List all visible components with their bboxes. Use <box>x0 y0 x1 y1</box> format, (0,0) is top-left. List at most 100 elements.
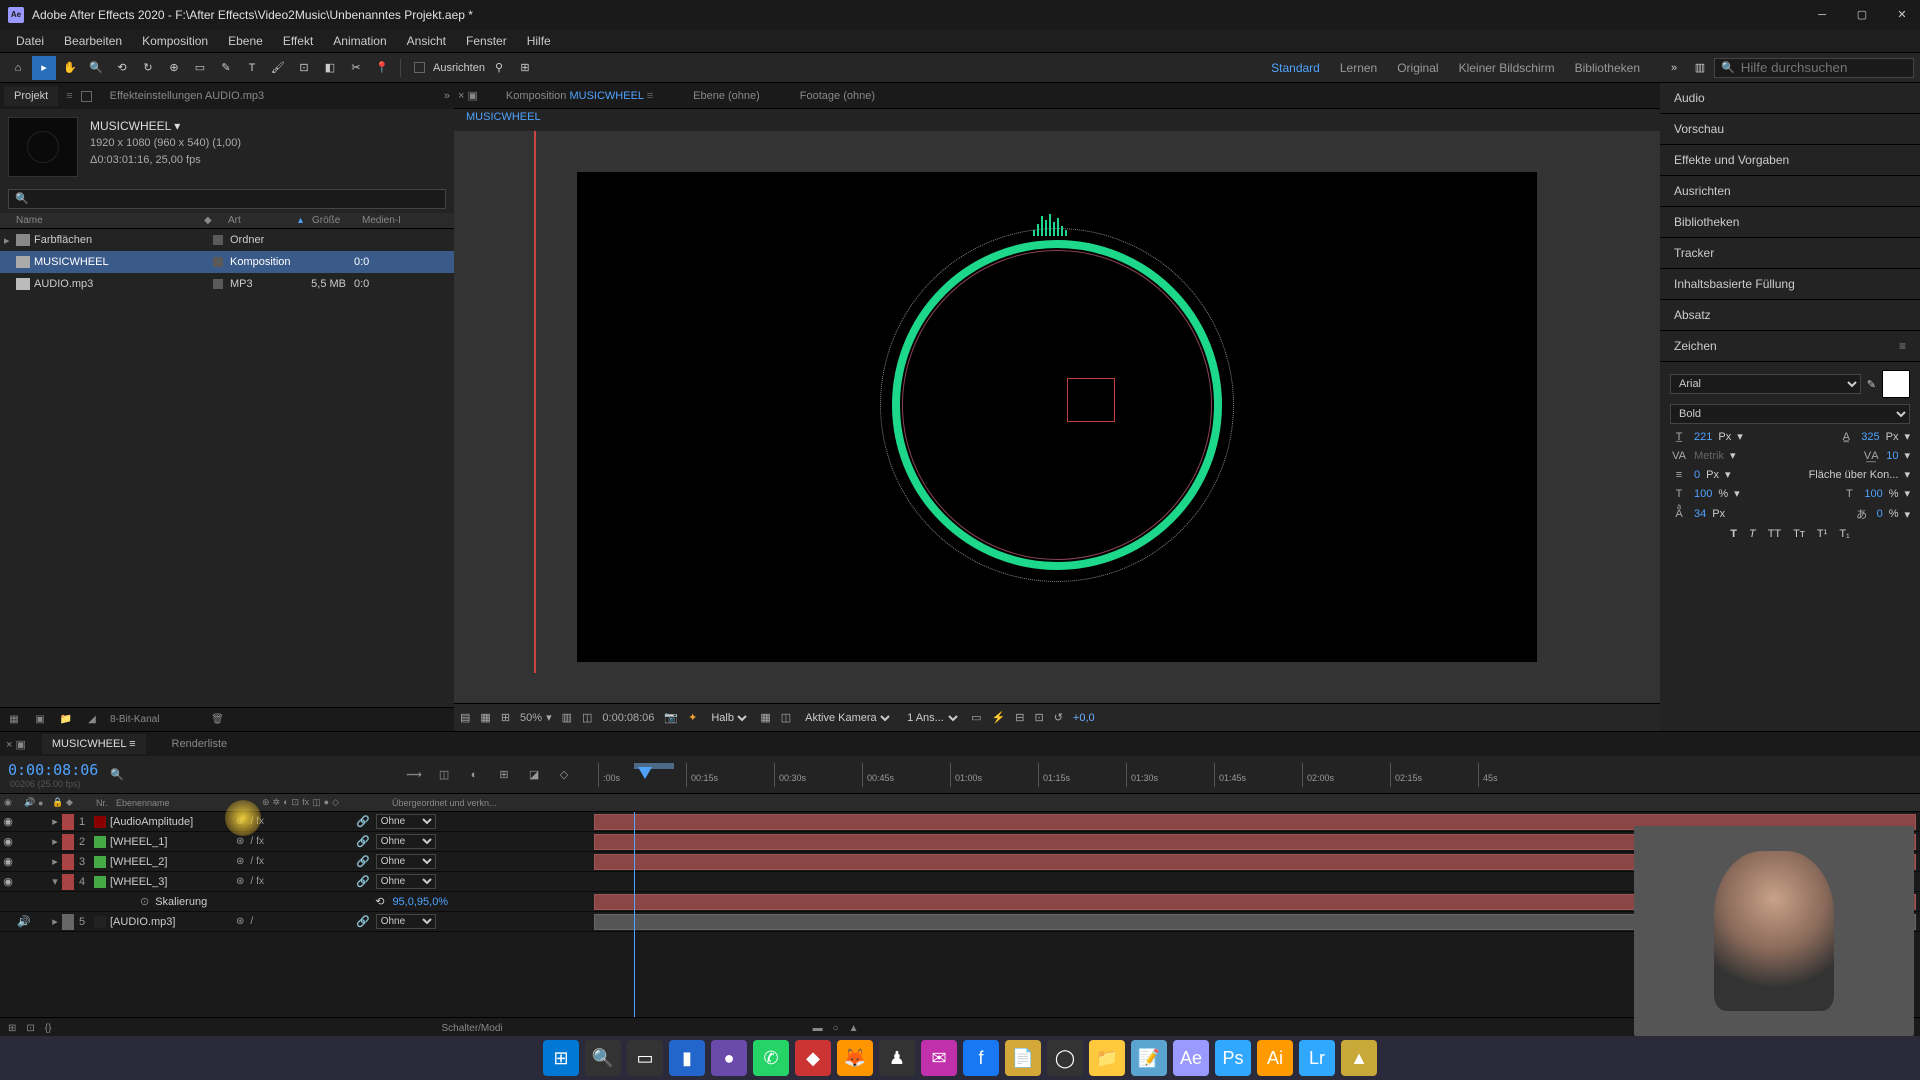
snap-checkbox[interactable] <box>407 56 431 80</box>
taskbar-app4[interactable]: ♟ <box>879 1040 915 1076</box>
panel-more-icon[interactable]: » <box>444 90 450 102</box>
safe-zones-icon[interactable]: ▥ <box>562 711 572 724</box>
snap-options-icon[interactable]: ⚲ <box>487 56 511 80</box>
solo-checkbox[interactable] <box>81 91 92 102</box>
taskbar-notepad[interactable]: 📝 <box>1131 1040 1167 1076</box>
layer-row-5[interactable]: 🔊▸5[AUDIO.mp3]⊛/🔗Ohne <box>0 912 590 932</box>
taskbar-start[interactable]: ⊞ <box>543 1040 579 1076</box>
taskbar-ps[interactable]: Ps <box>1215 1040 1251 1076</box>
new-folder-icon[interactable]: 📁 <box>58 712 74 728</box>
menu-bearbeiten[interactable]: Bearbeiten <box>54 32 132 50</box>
project-search-input[interactable] <box>8 189 446 209</box>
superscript-icon[interactable]: T¹ <box>1817 528 1827 540</box>
col-media[interactable]: Medien-I <box>362 215 450 226</box>
menu-effekt[interactable]: Effekt <box>273 32 323 50</box>
tab-timeline-comp[interactable]: MUSICWHEEL ≡ <box>42 734 146 754</box>
interpret-icon[interactable]: ▦ <box>6 712 22 728</box>
panel-inhaltsbasierte-füllung[interactable]: Inhaltsbasierte Füllung <box>1660 269 1920 300</box>
col-size[interactable]: Größe <box>312 215 362 226</box>
taskbar-lr[interactable]: Lr <box>1299 1040 1335 1076</box>
taskbar-facebook[interactable]: f <box>963 1040 999 1076</box>
workspace-bibliotheken[interactable]: Bibliotheken <box>1575 61 1640 75</box>
hand-tool[interactable]: ✋ <box>58 56 82 80</box>
flowchart-icon[interactable]: ⊡ <box>1034 711 1043 724</box>
camera-dropdown[interactable]: Aktive Kamera <box>801 711 893 725</box>
menu-fenster[interactable]: Fenster <box>456 32 517 50</box>
clone-tool[interactable]: ⊡ <box>292 56 316 80</box>
vscale-value[interactable]: 100 <box>1694 488 1712 500</box>
timeline-search-icon[interactable]: 🔍 <box>110 768 124 781</box>
puppet-tool[interactable]: 📍 <box>370 56 394 80</box>
viewer-area[interactable] <box>454 131 1660 703</box>
menu-datei[interactable]: Datei <box>6 32 54 50</box>
grid-icon[interactable]: ⊞ <box>501 711 510 724</box>
zoom-tool[interactable]: 🔍 <box>84 56 108 80</box>
zoom-out-icon[interactable]: ▬ <box>813 1023 823 1034</box>
transparency-icon[interactable]: ▦ <box>760 711 770 724</box>
resolution-dropdown[interactable]: Halb <box>707 711 750 725</box>
adjustment-icon[interactable]: ◢ <box>84 712 100 728</box>
project-item-farbfl-chen[interactable]: ▸FarbflächenOrdner <box>0 229 454 251</box>
workspace-more-icon[interactable]: » <box>1662 56 1686 80</box>
home-icon[interactable]: ⌂ <box>6 56 30 80</box>
col-parent[interactable]: Übergeordnet und verkn... <box>388 798 528 808</box>
shape-tool[interactable]: ▭ <box>188 56 212 80</box>
allcaps-icon[interactable]: TT <box>1768 528 1781 540</box>
menu-komposition[interactable]: Komposition <box>132 32 218 50</box>
eraser-tool[interactable]: ◧ <box>318 56 342 80</box>
panel-tracker[interactable]: Tracker <box>1660 238 1920 269</box>
color-icon[interactable]: ✦ <box>688 711 697 724</box>
bold-icon[interactable]: T <box>1730 528 1737 540</box>
font-size-value[interactable]: 221 <box>1694 431 1712 443</box>
roi-icon[interactable]: ▦ <box>480 711 490 724</box>
tab-project[interactable]: Projekt <box>4 86 58 106</box>
taskbar-ae[interactable]: Ae <box>1173 1040 1209 1076</box>
taskbar-search[interactable]: 🔍 <box>585 1040 621 1076</box>
bit-depth-label[interactable]: 8-Bit-Kanal <box>110 714 159 725</box>
smallcaps-icon[interactable]: Tᴛ <box>1793 528 1805 540</box>
anchor-tool[interactable]: ⊕ <box>162 56 186 80</box>
taskbar-obs[interactable]: ◯ <box>1047 1040 1083 1076</box>
exposure-value[interactable]: +0,0 <box>1073 712 1095 724</box>
panel-bibliotheken[interactable]: Bibliotheken <box>1660 207 1920 238</box>
current-timecode[interactable]: 0:00:08:06 <box>8 761 98 779</box>
layer-property-scale[interactable]: ⊙Skalierung⟲95,0,95,0% <box>0 892 590 912</box>
fill-over-stroke-dropdown[interactable]: Fläche über Kon... <box>1809 469 1899 481</box>
snap-layout-icon[interactable]: ⊞ <box>513 56 537 80</box>
menu-ebene[interactable]: Ebene <box>218 32 273 50</box>
draft-3d-icon[interactable]: ◪ <box>524 765 544 785</box>
frame-blend-icon[interactable]: ◫ <box>434 765 454 785</box>
playhead-line[interactable] <box>634 812 635 1017</box>
layer-row-3[interactable]: ◉▸3[WHEEL_2]⊛/fx🔗Ohne <box>0 852 590 872</box>
switches-modes-label[interactable]: Schalter/Modi <box>441 1023 502 1034</box>
layer-row-2[interactable]: ◉▸2[WHEEL_1]⊛/fx🔗Ohne <box>0 832 590 852</box>
reset-icon[interactable]: ↺ <box>1054 711 1063 724</box>
panel-absatz[interactable]: Absatz <box>1660 300 1920 331</box>
pen-tool[interactable]: ✎ <box>214 56 238 80</box>
col-layer-name[interactable]: Ebenenname <box>112 798 258 808</box>
tab-render-queue[interactable]: Renderliste <box>162 734 238 754</box>
shy-icon[interactable]: ⟿ <box>404 765 424 785</box>
pixel-aspect-icon[interactable]: ▭ <box>971 711 981 724</box>
panel-audio[interactable]: Audio <box>1660 83 1920 114</box>
workspace-kleiner-bildschirm[interactable]: Kleiner Bildschirm <box>1459 61 1555 75</box>
trash-icon[interactable]: 🗑 <box>209 712 225 728</box>
taskbar-app5[interactable]: 📄 <box>1005 1040 1041 1076</box>
font-family-dropdown[interactable]: Arial <box>1670 374 1861 394</box>
expand-icon[interactable]: {} <box>45 1023 52 1034</box>
taskbar-messenger[interactable]: ✉ <box>921 1040 957 1076</box>
baseline-value[interactable]: 34 <box>1694 508 1706 520</box>
eyedropper-icon[interactable]: ✎ <box>1867 378 1876 391</box>
taskbar-taskview[interactable]: ▭ <box>627 1040 663 1076</box>
panel-vorschau[interactable]: Vorschau <box>1660 114 1920 145</box>
timeline-icon[interactable]: ⊟ <box>1015 711 1024 724</box>
taskbar-whatsapp[interactable]: ✆ <box>753 1040 789 1076</box>
kerning-value[interactable]: Metrik <box>1694 450 1724 462</box>
workspace-panel-icon[interactable]: ▥ <box>1688 56 1712 80</box>
tracking-value[interactable]: 10 <box>1886 450 1898 462</box>
tab-footage[interactable]: Footage (ohne) <box>788 86 887 106</box>
taskbar-ai[interactable]: Ai <box>1257 1040 1293 1076</box>
zoom-in-icon[interactable]: ▲ <box>849 1023 859 1034</box>
mask-icon[interactable]: ▤ <box>460 711 470 724</box>
toggle-modes-icon[interactable]: ⊡ <box>26 1023 34 1034</box>
